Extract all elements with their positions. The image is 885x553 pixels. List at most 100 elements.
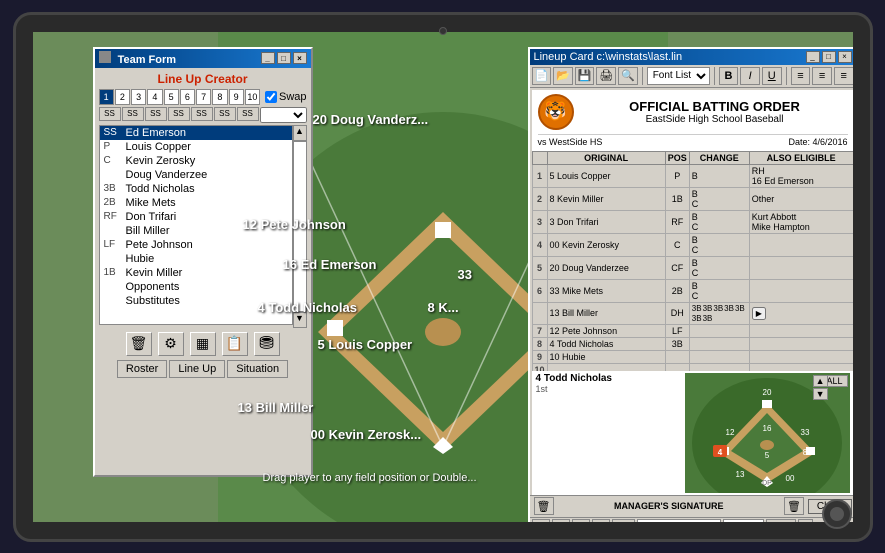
num-cell-4[interactable]: 4 bbox=[147, 89, 162, 105]
field-player-8k: 8 K... bbox=[428, 300, 459, 315]
close-btn[interactable]: × bbox=[293, 52, 307, 64]
help-btn[interactable]: ? bbox=[798, 519, 813, 522]
field-player-emerson: 16 Ed Emerson bbox=[283, 257, 377, 272]
mini-num-13: 13 bbox=[735, 470, 744, 479]
minimize-btn[interactable]: _ bbox=[261, 52, 275, 64]
list-scroll-up[interactable]: ▲ bbox=[293, 125, 307, 141]
lc-print-btn[interactable]: 🖨 bbox=[596, 67, 616, 85]
stats-btn[interactable]: Stats bbox=[766, 519, 797, 522]
lc-align-right-btn[interactable]: ≡ bbox=[834, 67, 853, 85]
player-item-pete-johnson[interactable]: LF Pete Johnson bbox=[100, 238, 292, 252]
player-pos-cf bbox=[104, 169, 126, 181]
row-num-2: 2 bbox=[532, 187, 547, 210]
num-cell-8[interactable]: 8 bbox=[212, 89, 227, 105]
player-item-kevin-zerosky[interactable]: C Kevin Zerosky bbox=[100, 154, 292, 168]
auto-select[interactable]: Auto bbox=[723, 519, 764, 522]
dh-bb-2: 3B bbox=[703, 304, 713, 313]
lc-new-btn[interactable]: 📄 bbox=[532, 67, 552, 85]
row-player-1: 5 Louis Copper bbox=[547, 164, 665, 187]
num-cell-3[interactable]: 3 bbox=[131, 89, 146, 105]
row-num-8: 8 bbox=[532, 337, 547, 350]
lc-win-controls[interactable]: _ □ × bbox=[806, 51, 852, 63]
delete-icon-btn[interactable]: 🗑 bbox=[126, 332, 152, 356]
landscape-select[interactable]: Landscape 2up bbox=[637, 519, 721, 522]
table-row: 1 5 Louis Copper P B RH16 Ed Emerson bbox=[532, 164, 853, 187]
swap-checkbox[interactable] bbox=[265, 91, 277, 103]
lc-align-left-btn[interactable]: ≡ bbox=[791, 67, 811, 85]
lc-underline-btn[interactable]: U bbox=[762, 67, 782, 85]
ss-dropdown[interactable] bbox=[260, 107, 307, 123]
dh-bb-4: 3B bbox=[724, 304, 734, 313]
lc-maximize-btn[interactable]: □ bbox=[822, 51, 836, 63]
lc-save-btn[interactable]: 💾 bbox=[575, 67, 595, 85]
row-pos-5: CF bbox=[665, 256, 689, 279]
row-change-5: BC bbox=[689, 256, 749, 279]
home-button[interactable] bbox=[822, 499, 852, 529]
tab-situation[interactable]: Situation bbox=[227, 360, 288, 378]
lc-preview-btn[interactable]: 🔍 bbox=[618, 67, 638, 85]
copy-icon-btn[interactable]: 📋 bbox=[222, 332, 248, 356]
table-header-row: ORIGINAL POS CHANGE ALSO ELIGIBLE bbox=[532, 151, 853, 164]
player-item-ed-emerson[interactable]: SS Ed Emerson bbox=[100, 126, 292, 140]
scroll-down-arrow[interactable]: ▼ bbox=[813, 388, 828, 400]
num-cell-7[interactable]: 7 bbox=[196, 89, 211, 105]
manager-delete-btn2[interactable]: 🗑 bbox=[784, 497, 804, 515]
dh-bb-1: 3B bbox=[692, 304, 702, 313]
lc-italic-btn[interactable]: I bbox=[740, 67, 760, 85]
manager-delete-btn[interactable]: 🗑 bbox=[534, 497, 554, 515]
status-1-9-btn[interactable]: 1-9 bbox=[612, 519, 635, 522]
row-also-dh: ▶ bbox=[749, 302, 852, 324]
maximize-btn[interactable]: □ bbox=[277, 52, 291, 64]
player-item-hubie[interactable]: Hubie bbox=[100, 252, 292, 266]
dh-scroll-right[interactable]: ▶ bbox=[752, 307, 766, 320]
lc-open-btn[interactable]: 📂 bbox=[553, 67, 573, 85]
row-also-10 bbox=[749, 363, 852, 371]
player-item-doug-vanderzee[interactable]: Doug Vanderzee bbox=[100, 168, 292, 182]
status-check2-btn[interactable]: ☑ bbox=[592, 519, 610, 522]
field-player-copper: 5 Louis Copper bbox=[318, 337, 413, 352]
player-name-doug-vanderzee: Doug Vanderzee bbox=[126, 169, 288, 181]
status-settings-btn[interactable]: ⚙ bbox=[532, 519, 550, 522]
win-controls[interactable]: _ □ × bbox=[261, 52, 307, 64]
lc-close-btn[interactable]: × bbox=[838, 51, 852, 63]
status-check1-btn[interactable]: ☑ bbox=[572, 519, 590, 522]
home-button-inner bbox=[830, 507, 844, 521]
tab-roster[interactable]: Roster bbox=[117, 360, 167, 378]
player-item-opponents[interactable]: Opponents bbox=[100, 280, 292, 294]
row-num-6: 6 bbox=[532, 279, 547, 302]
num-cell-9[interactable]: 9 bbox=[229, 89, 244, 105]
row-also-8 bbox=[749, 337, 852, 350]
player-item-louis-copper[interactable]: P Louis Copper bbox=[100, 140, 292, 154]
row-player-dh: 13 Bill Miller bbox=[547, 302, 665, 324]
mini-field: 20 12 16 33 4 8 5 13 00 DP ALL ▲ bbox=[685, 373, 850, 493]
lc-minimize-btn[interactable]: _ bbox=[806, 51, 820, 63]
field-icon-btn[interactable]: ⛃ bbox=[254, 332, 280, 356]
player-item-todd-nicholas[interactable]: 3B Todd Nicholas bbox=[100, 182, 292, 196]
row-num-10: 10 bbox=[532, 363, 547, 371]
num-cell-1[interactable]: 1 bbox=[99, 89, 114, 105]
player-pos-p: P bbox=[104, 141, 126, 153]
num-cell-10[interactable]: 10 bbox=[245, 89, 260, 105]
lc-bold-btn[interactable]: B bbox=[719, 67, 739, 85]
settings-icon-btn[interactable]: ⚙ bbox=[158, 332, 184, 356]
table-row: 8 4 Todd Nicholas 3B bbox=[532, 337, 853, 350]
lc-font-select[interactable]: Font List bbox=[647, 67, 710, 85]
lc-align-center-btn[interactable]: ≡ bbox=[812, 67, 832, 85]
player-item-kevin-miller[interactable]: 1B Kevin Miller bbox=[100, 266, 292, 280]
batting-order-table: ORIGINAL POS CHANGE ALSO ELIGIBLE 1 5 Lo… bbox=[532, 151, 853, 371]
lineup-creator-title: Line Up Creator bbox=[99, 72, 307, 86]
num-cell-2[interactable]: 2 bbox=[115, 89, 130, 105]
row-num-3: 3 bbox=[532, 210, 547, 233]
col-original: ORIGINAL bbox=[547, 151, 665, 164]
status-list-btn[interactable]: ≡ bbox=[552, 519, 570, 522]
num-cell-5[interactable]: 5 bbox=[164, 89, 179, 105]
grid-icon-btn[interactable]: ▦ bbox=[190, 332, 216, 356]
player-item-mike-mets[interactable]: 2B Mike Mets bbox=[100, 196, 292, 210]
row-num-5: 5 bbox=[532, 256, 547, 279]
scroll-up-arrow[interactable]: ▲ bbox=[813, 375, 828, 387]
tab-lineup[interactable]: Line Up bbox=[169, 360, 225, 378]
num-cell-6[interactable]: 6 bbox=[180, 89, 195, 105]
obo-header-section: 🐯 OFFICIAL BATTING ORDER EastSide High S… bbox=[532, 90, 853, 151]
row-pos-2: 1B bbox=[665, 187, 689, 210]
row-player-8: 4 Todd Nicholas bbox=[547, 337, 665, 350]
